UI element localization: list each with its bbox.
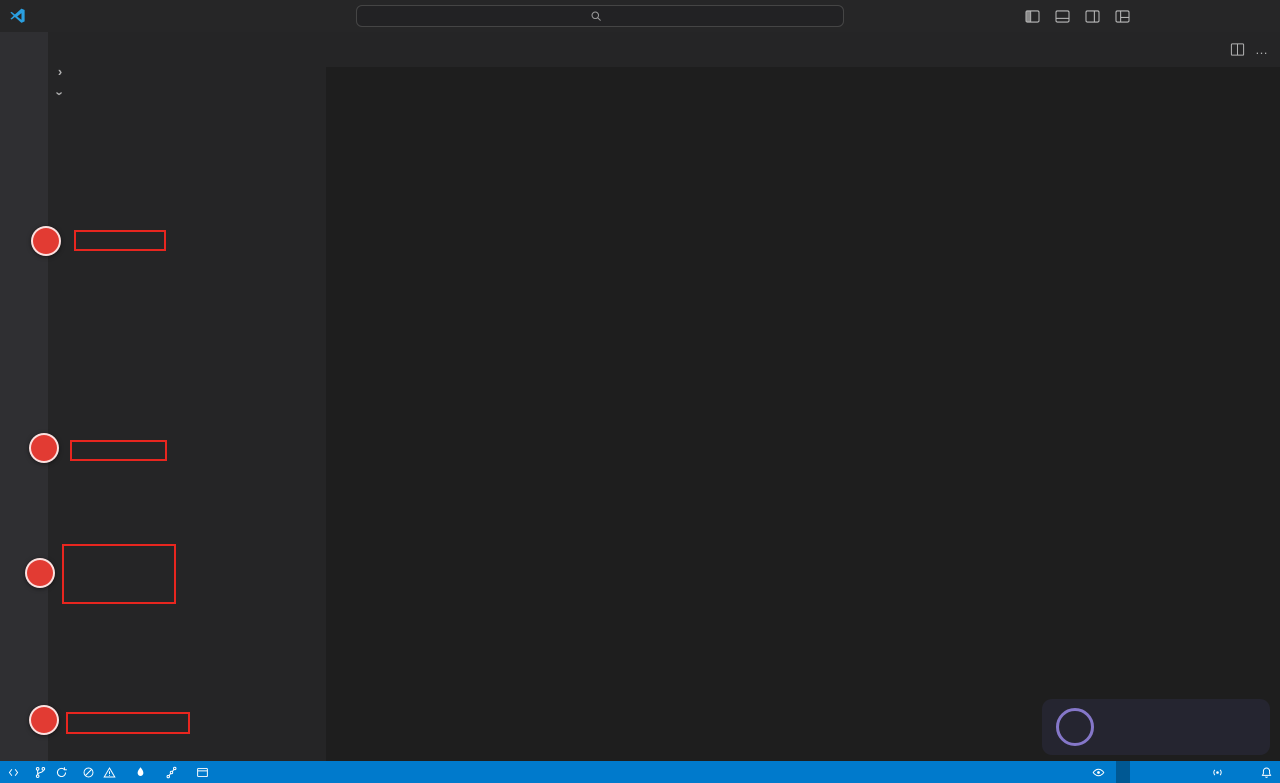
eol-status[interactable] xyxy=(1172,761,1186,783)
customize-layout-icon[interactable] xyxy=(1109,4,1135,28)
explorer-sidebar: › › xyxy=(48,32,326,761)
title-bar-right xyxy=(1019,0,1280,32)
menu-view[interactable] xyxy=(90,12,106,20)
title-bar xyxy=(0,0,1280,32)
menu-file[interactable] xyxy=(36,12,52,20)
status-bar-left xyxy=(0,761,220,783)
branch-status[interactable] xyxy=(27,761,75,783)
screen-reader-status[interactable] xyxy=(1116,761,1130,783)
chevron-right-icon: › xyxy=(57,63,63,79)
open-editors-section[interactable]: › xyxy=(48,60,326,82)
git-graph-button[interactable] xyxy=(158,761,189,783)
command-center-area xyxy=(124,5,1019,27)
tab-bar: … xyxy=(326,32,1280,67)
toggle-sidebar-icon[interactable] xyxy=(1019,4,1045,28)
annotation-box-page-tsx xyxy=(74,230,166,251)
chevron-down-icon: › xyxy=(52,90,68,96)
notifications-button[interactable] xyxy=(1253,761,1280,783)
annotation-box-styles-fonts xyxy=(62,544,176,604)
cursor-position[interactable] xyxy=(1130,761,1144,783)
tab-bar-actions: … xyxy=(1218,32,1280,67)
main-area: › › … xyxy=(0,32,1280,761)
remote-indicator[interactable] xyxy=(0,761,27,783)
annotation-badge-4 xyxy=(31,226,61,256)
remote-icon xyxy=(8,768,19,776)
activity-bar xyxy=(0,32,48,761)
file-tree xyxy=(48,104,326,761)
window-icon xyxy=(197,767,208,777)
annotation-badge-2 xyxy=(29,705,59,735)
status-bar xyxy=(0,761,1280,783)
project-root-section[interactable]: › xyxy=(48,82,326,104)
go-live-button[interactable] xyxy=(1204,761,1235,783)
watermark xyxy=(1042,699,1270,755)
indentation-status[interactable] xyxy=(1144,761,1158,783)
annotation-box-tailwind-config xyxy=(66,712,190,734)
menu-edit[interactable] xyxy=(54,12,70,20)
command-center-search[interactable] xyxy=(355,5,844,27)
encoding-status[interactable] xyxy=(1158,761,1172,783)
split-editor-icon[interactable] xyxy=(1230,42,1245,57)
warning-icon xyxy=(103,766,116,777)
sync-icon xyxy=(56,766,67,777)
minimize-button[interactable] xyxy=(1145,0,1190,32)
flame-icon xyxy=(137,766,144,776)
error-icon xyxy=(83,767,94,777)
annotation-box-layout-tsx xyxy=(70,440,167,461)
toggle-secondary-sidebar-icon[interactable] xyxy=(1079,4,1105,28)
toggle-panel-icon[interactable] xyxy=(1049,4,1075,28)
title-bar-left xyxy=(0,6,124,26)
close-button[interactable] xyxy=(1235,0,1280,32)
flame-status[interactable] xyxy=(127,761,158,783)
watermark-logo-icon xyxy=(1056,708,1094,746)
maximize-button[interactable] xyxy=(1190,0,1235,32)
menu-more[interactable] xyxy=(108,12,124,20)
watching-status[interactable] xyxy=(1085,761,1116,783)
editor-area: … xyxy=(326,32,1280,761)
breadcrumb xyxy=(326,67,1280,89)
search-icon xyxy=(591,11,601,21)
bell-icon xyxy=(1261,767,1272,778)
status-bar-right xyxy=(1085,761,1280,783)
menu-selection[interactable] xyxy=(72,12,88,20)
layout-controls xyxy=(1019,4,1135,28)
git-graph-icon xyxy=(166,766,177,778)
project-status[interactable] xyxy=(189,761,220,783)
annotation-badge-3 xyxy=(29,433,59,463)
eye-icon xyxy=(1092,768,1105,776)
problems-status[interactable] xyxy=(75,761,127,783)
editor-more-icon[interactable]: … xyxy=(1255,42,1268,57)
language-mode[interactable] xyxy=(1186,761,1204,783)
vscode-logo-icon xyxy=(8,6,28,26)
explorer-header xyxy=(48,32,326,60)
broadcast-icon xyxy=(1213,769,1222,775)
annotation-badge-1 xyxy=(25,558,55,588)
code-editor[interactable] xyxy=(326,89,1280,761)
prettier-status[interactable] xyxy=(1235,761,1253,783)
git-branch-icon xyxy=(35,766,46,778)
